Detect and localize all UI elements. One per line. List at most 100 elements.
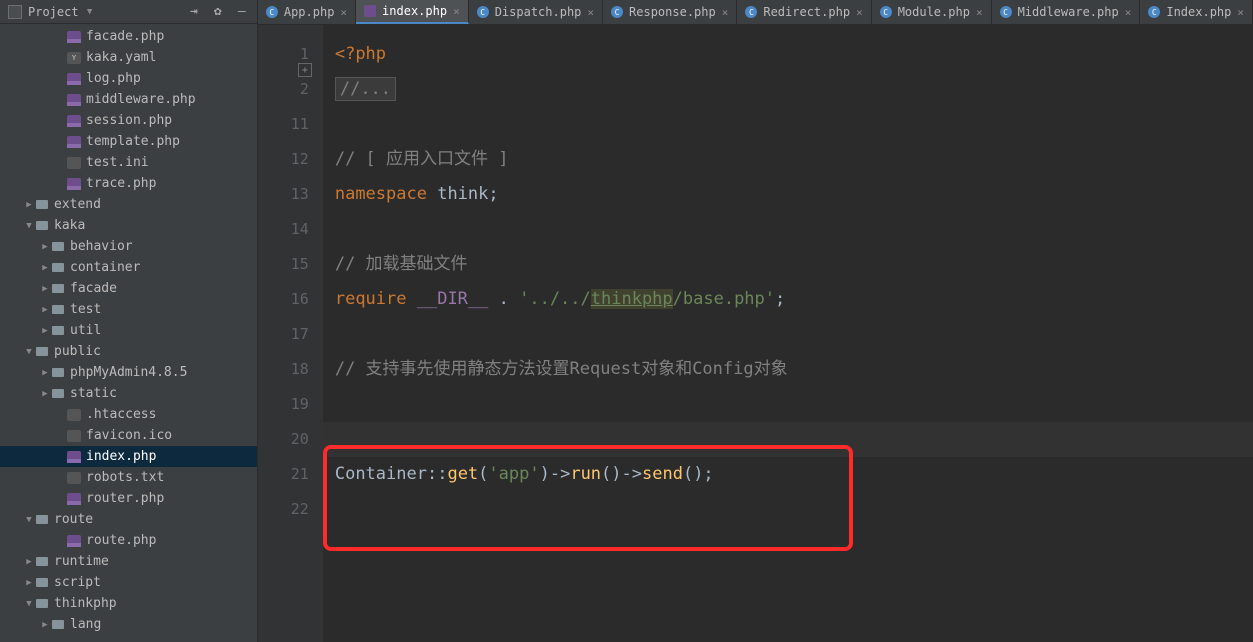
chevron-right-icon[interactable]: ▶ — [40, 263, 50, 273]
sidebar-header: Project ▼ ⇥ ✿ — — [0, 0, 257, 24]
chevron-right-icon[interactable]: ▶ — [24, 200, 34, 210]
tree-item[interactable]: ▶ test — [0, 299, 257, 320]
tree-item[interactable]: ▶extend — [0, 194, 257, 215]
chevron-right-icon[interactable]: ▶ — [40, 389, 50, 399]
tree-item-label: template.php — [86, 134, 180, 149]
editor-tabbar[interactable]: CApp.php×index.php×CDispatch.php×CRespon… — [258, 0, 1253, 25]
tree-item[interactable]: ▶ script — [0, 572, 257, 593]
folder-icon — [50, 618, 66, 632]
tree-item-label: public — [54, 344, 101, 359]
line-number: 19 — [258, 387, 309, 422]
gear-icon[interactable]: ✿ — [211, 5, 225, 19]
tree-item[interactable]: ▶runtime — [0, 551, 257, 572]
chevron-down-icon[interactable]: ▼ — [24, 599, 34, 609]
tree-item-label: util — [70, 323, 101, 338]
chevron-right-icon[interactable]: ▶ — [40, 368, 50, 378]
folder-icon — [50, 240, 66, 254]
chevron-right-icon[interactable]: ▶ — [40, 326, 50, 336]
tree-item-label: test.ini — [86, 155, 149, 170]
tree-item[interactable]: template.php — [0, 131, 257, 152]
close-icon[interactable]: × — [856, 6, 863, 19]
tree-item[interactable]: ▼thinkphp — [0, 593, 257, 614]
tree-item[interactable]: trace.php — [0, 173, 257, 194]
chevron-down-icon[interactable]: ▼ — [24, 515, 34, 525]
close-icon[interactable]: × — [587, 6, 594, 19]
editor-tab[interactable]: CIndex.php× — [1140, 0, 1253, 24]
chevron-down-icon[interactable]: ▼ — [24, 221, 34, 231]
tree-item[interactable]: test.ini — [0, 152, 257, 173]
tree-item[interactable]: router.php — [0, 488, 257, 509]
editor-tab[interactable]: CModule.php× — [872, 0, 992, 24]
close-icon[interactable]: × — [340, 6, 347, 19]
chevron-right-icon[interactable]: ▶ — [24, 557, 34, 567]
php-file-icon — [66, 492, 82, 506]
tree-item-label: lang — [70, 617, 101, 632]
yaml-file-icon: Y — [66, 51, 82, 65]
tree-item[interactable]: ▶phpMyAdmin4.8.5 — [0, 362, 257, 383]
class-file-icon: C — [1000, 6, 1012, 18]
tree-item-label: .htaccess — [86, 407, 156, 422]
tree-item-label: facade.php — [86, 29, 164, 44]
tab-label: index.php — [382, 4, 447, 18]
close-icon[interactable]: × — [722, 6, 729, 19]
line-number: 21 — [258, 457, 309, 492]
tree-item[interactable]: Ykaka.yaml — [0, 47, 257, 68]
tree-item[interactable]: log.php — [0, 68, 257, 89]
tree-item-label: script — [54, 575, 101, 590]
tab-label: Middleware.php — [1018, 5, 1119, 19]
chevron-right-icon[interactable]: ▶ — [40, 242, 50, 252]
tree-item[interactable]: index.php — [0, 446, 257, 467]
tree-item[interactable]: middleware.php — [0, 89, 257, 110]
collapse-icon[interactable]: ⇥ — [187, 5, 201, 19]
code-area[interactable]: + <?php //... // [ 应用入口文件 ] namespace th… — [323, 25, 1253, 642]
editor-tab[interactable]: CApp.php× — [258, 0, 356, 24]
tree-item[interactable]: .htaccess — [0, 404, 257, 425]
tree-item[interactable]: session.php — [0, 110, 257, 131]
tree-item[interactable]: facade.php — [0, 26, 257, 47]
chevron-right-icon[interactable]: ▶ — [24, 578, 34, 588]
chevron-right-icon[interactable]: ▶ — [40, 305, 50, 315]
fold-expand-icon[interactable]: + — [298, 63, 312, 77]
editor-tab[interactable]: CDispatch.php× — [469, 0, 603, 24]
tree-item-label: kaka.yaml — [86, 50, 156, 65]
tree-item-label: test — [70, 302, 101, 317]
current-line-highlight — [323, 422, 1253, 457]
close-icon[interactable]: × — [1237, 6, 1244, 19]
project-sidebar: Project ▼ ⇥ ✿ — facade.phpYkaka.yamllog.… — [0, 0, 258, 642]
tree-item[interactable]: ▶ util — [0, 320, 257, 341]
line-number: 18 — [258, 352, 309, 387]
chevron-down-icon[interactable]: ▼ — [24, 347, 34, 357]
chevron-right-icon[interactable]: ▶ — [40, 620, 50, 630]
close-icon[interactable]: × — [976, 6, 983, 19]
tree-item[interactable]: ▶container — [0, 257, 257, 278]
php-file-icon — [364, 5, 376, 17]
tree-item[interactable]: robots.txt — [0, 467, 257, 488]
tree-item[interactable]: ▼ kaka — [0, 215, 257, 236]
file-icon — [66, 408, 82, 422]
tree-item[interactable]: ▶ lang — [0, 614, 257, 635]
tree-item-label: kaka — [54, 218, 85, 233]
code-line: Container::get('app')->run()->send(); — [335, 457, 1253, 492]
close-icon[interactable]: × — [453, 5, 460, 18]
editor-tab[interactable]: index.php × — [356, 0, 469, 24]
tree-item[interactable]: ▼ public — [0, 341, 257, 362]
editor-tab[interactable]: CResponse.php× — [603, 0, 737, 24]
line-number: 20 — [258, 422, 309, 457]
code-line: require __DIR__ . '../../thinkphp/base.p… — [335, 282, 1253, 317]
chevron-down-icon[interactable]: ▼ — [85, 7, 95, 17]
tree-item[interactable]: route.php — [0, 530, 257, 551]
editor-tab[interactable]: CRedirect.php× — [737, 0, 871, 24]
folder-icon — [34, 555, 50, 569]
code-line: // 加载基础文件 — [335, 247, 1253, 282]
chevron-right-icon[interactable]: ▶ — [40, 284, 50, 294]
tree-item[interactable]: ▶facade — [0, 278, 257, 299]
hide-icon[interactable]: — — [235, 5, 249, 19]
editor-tab[interactable]: C Middleware.php × — [992, 0, 1141, 24]
project-tree[interactable]: facade.phpYkaka.yamllog.phpmiddleware.ph… — [0, 24, 257, 642]
tree-item[interactable]: ▶behavior — [0, 236, 257, 257]
tab-label: Redirect.php — [763, 5, 850, 19]
close-icon[interactable]: × — [1125, 6, 1132, 19]
tree-item[interactable]: ▶static — [0, 383, 257, 404]
tree-item[interactable]: ▼route — [0, 509, 257, 530]
tree-item[interactable]: favicon.ico — [0, 425, 257, 446]
